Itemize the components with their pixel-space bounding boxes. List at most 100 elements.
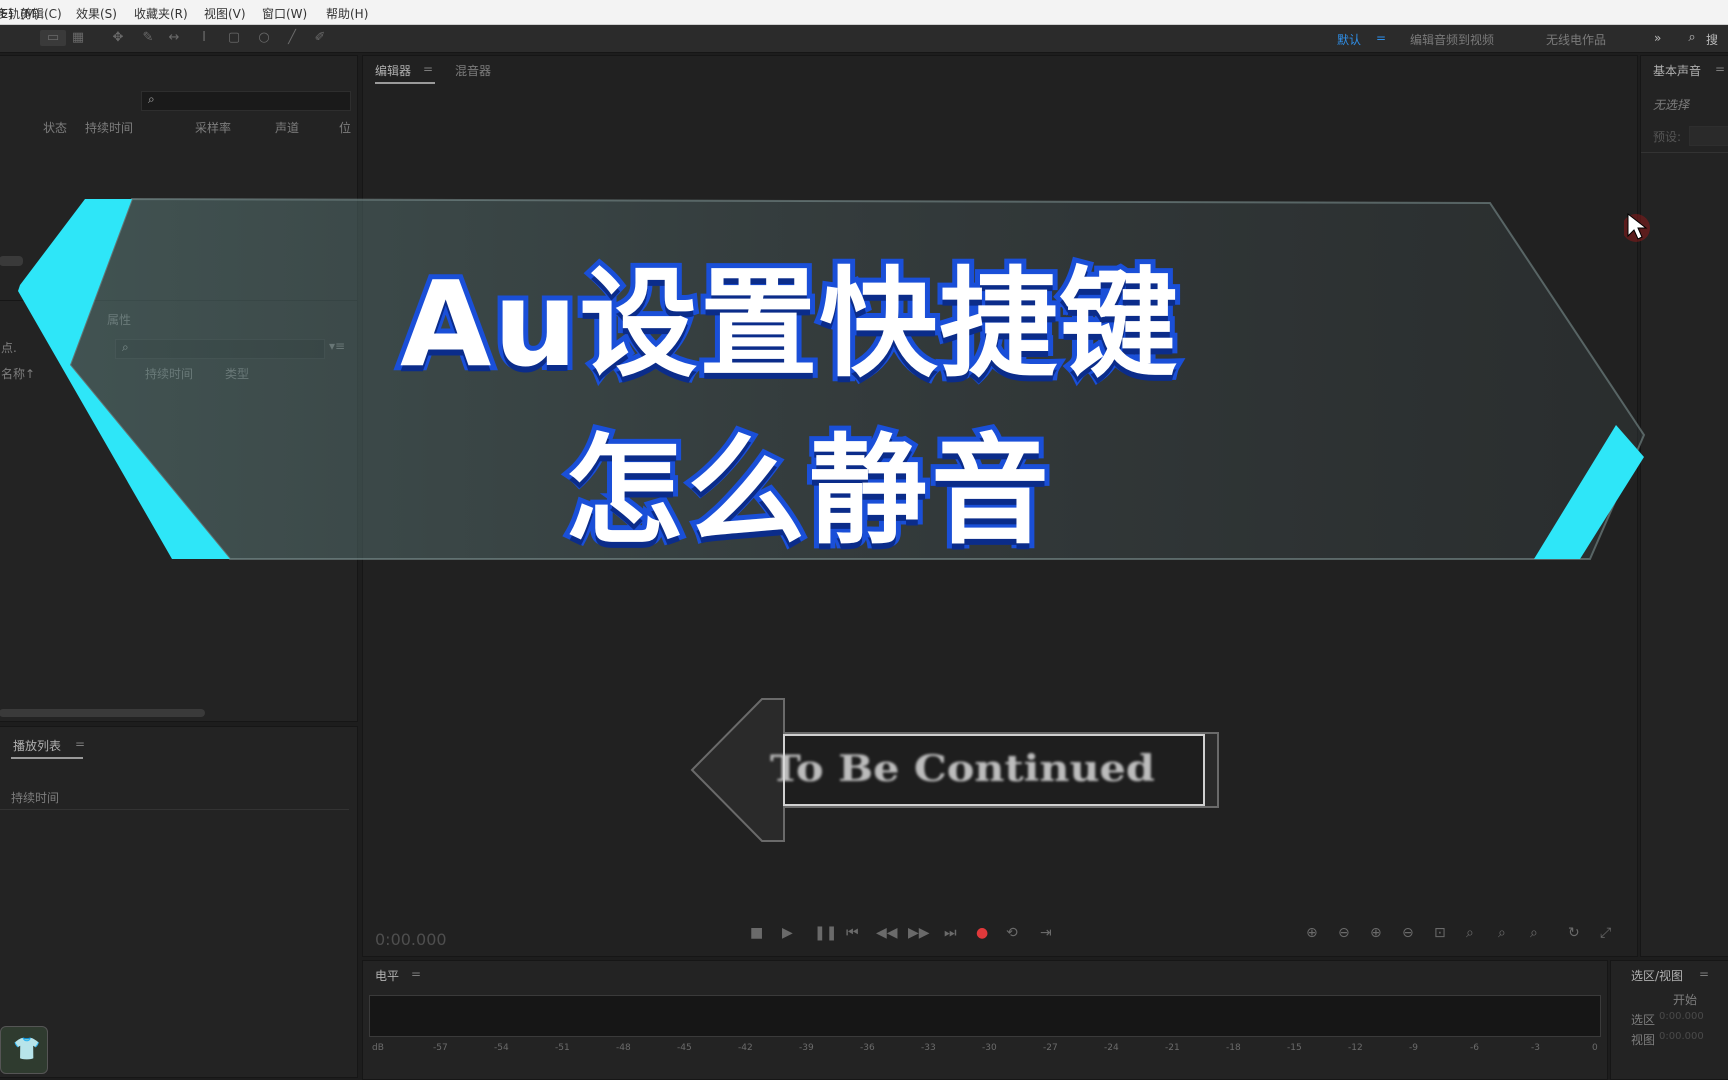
menu-bar: 编辑(E) 多轨(M) 剪辑(C) 效果(S) 收藏夹(R) 视图(V) 窗口(… [0,0,1728,25]
ruler-label: -30 [982,1043,997,1053]
fast-forward-icon[interactable]: ▶▶ [908,925,930,941]
editor-tab-underline [375,82,435,84]
levels-title[interactable]: 电平 [375,967,399,984]
skip-start-icon[interactable]: ⏮ [846,925,859,941]
workspace-overflow[interactable]: » [1654,31,1661,45]
menu-clip[interactable]: 剪辑(C) [20,5,62,22]
spectral-view-icon[interactable]: ▦ [70,30,86,46]
time-display: 0:00.000 [375,930,447,949]
col-start: 开始 [1673,993,1698,1007]
levels-menu-icon[interactable]: = [411,967,421,981]
col-type[interactable]: 类型 [225,365,249,382]
workspace-edit-audio-video[interactable]: 编辑音频到视频 [1410,31,1494,48]
lasso-tool-icon[interactable]: ○ [256,30,272,46]
zoom-full-icon[interactable]: ⊡ [1434,925,1446,941]
shirt-icon: 👕 [13,1037,41,1062]
tab-editor[interactable]: 编辑器 [375,62,411,79]
menu-favorites[interactable]: 收藏夹(R) [134,5,188,22]
menu-window[interactable]: 窗口(W) [262,5,307,22]
selection-view-title[interactable]: 选区/视图 [1631,967,1683,984]
toolbar: ▭ ▦ ✥ ✎ ↔ I ▢ ○ ╱ ✐ 默认 = 编辑音频到视频 无线电作品 »… [0,25,1728,53]
zoom-out-amplitude-icon[interactable]: ⊖ [1338,925,1350,941]
partial-label: 点. [1,341,17,355]
media-browser-panel: 属性 点. ⌕ ▾≡ 名称↑ 持续时间 类型 [0,300,358,722]
level-meter [369,995,1601,1037]
zoom-out-icon[interactable]: ⌕ [1498,925,1506,941]
ruler-label: 0 [1592,1043,1598,1053]
zoom-reset-icon[interactable]: ↻ [1568,925,1580,941]
divider [1641,152,1728,153]
ruler-label: -39 [799,1043,814,1053]
skip-selection-icon[interactable]: ⇥ [1040,925,1052,941]
col-sample-rate[interactable]: 采样率 [195,119,231,136]
search-icon[interactable]: ⌕ [1684,30,1700,46]
col-name[interactable]: 名称↑ [1,365,35,382]
playlist-menu-icon[interactable]: = [75,737,85,751]
zoom-fit-icon[interactable]: ⤢ [1600,925,1611,941]
selection-start-value[interactable]: 0:00.000 [1659,1011,1704,1022]
ruler-label: -36 [860,1043,875,1053]
col-status[interactable]: 状态 [43,119,67,136]
spot-heal-icon[interactable]: ✐ [312,30,328,46]
tab-properties[interactable]: 属性 [107,311,131,328]
ruler-label: -57 [433,1043,448,1053]
razor-tool-icon[interactable]: ✎ [140,30,156,46]
to-be-continued-text: To Be Continued [770,748,1155,790]
skip-end-icon[interactable]: ⏭ [944,925,957,941]
files-panel: ⌕ 状态 持续时间 采样率 声道 位 [0,55,358,307]
ruler-label: -33 [921,1043,936,1053]
zoom-in-icon[interactable]: ⌕ [1466,925,1474,941]
col-duration[interactable]: 持续时间 [145,365,193,382]
essential-sound-title[interactable]: 基本声音 [1653,62,1701,79]
record-icon[interactable]: ● [976,925,988,941]
workspace-default[interactable]: 默认 [1337,31,1361,48]
menu-view[interactable]: 视图(V) [204,5,246,22]
brush-tool-icon[interactable]: ╱ [284,30,300,46]
mouse-cursor [1624,212,1650,242]
preset-label: 预设: [1653,130,1682,144]
marquee-tool-icon[interactable]: ▢ [226,30,242,46]
menu-help[interactable]: 帮助(H) [326,5,368,22]
media-search-input[interactable]: ⌕ [115,339,325,359]
waveform-view-icon[interactable]: ▭ [40,30,66,46]
essential-sound-menu-icon[interactable]: = [1715,62,1725,76]
loop-icon[interactable]: ⟲ [1006,925,1018,941]
app-taskbar-icon[interactable]: 👕 [0,1026,48,1074]
files-search-input[interactable]: ⌕ [141,91,351,111]
row-view: 视图 [1631,1033,1656,1047]
move-tool-icon[interactable]: ✥ [110,30,126,46]
menu-effects[interactable]: 效果(S) [76,5,117,22]
zoom-in-amplitude-icon[interactable]: ⊕ [1306,925,1318,941]
filter-icon[interactable]: ▾≡ [329,339,345,353]
tab-mixer[interactable]: 混音器 [455,62,491,79]
selection-view-menu-icon[interactable]: = [1699,967,1709,981]
col-duration[interactable]: 持续时间 [85,119,133,136]
preset-dropdown[interactable] [1689,126,1728,146]
view-start-value[interactable]: 0:00.000 [1659,1031,1704,1042]
files-scrollbar[interactable] [0,256,23,266]
playlist-title[interactable]: 播放列表 [13,737,61,754]
zoom-out-time-icon[interactable]: ⊖ [1402,925,1414,941]
col-duration[interactable]: 持续时间 [11,789,59,806]
rewind-icon[interactable]: ◀◀ [876,925,898,941]
ruler-label: -12 [1348,1043,1363,1053]
ruler-label: -3 [1531,1043,1540,1053]
editor-menu-icon[interactable]: = [423,62,433,76]
ruler-label: dB [372,1043,384,1053]
search-icon: ⌕ [122,340,129,354]
playlist-panel: 播放列表 = 持续时间 [0,726,358,1078]
time-selection-icon[interactable]: I [196,30,212,46]
zoom-selection-icon[interactable]: ⌕ [1530,925,1538,941]
slip-tool-icon[interactable]: ↔ [166,30,182,46]
play-icon[interactable]: ▶ [782,925,793,941]
workspace-radio-production[interactable]: 无线电作品 [1546,31,1606,48]
stop-icon[interactable]: ■ [750,925,763,941]
search-help-partial[interactable]: 搜 [1706,31,1718,48]
col-bits[interactable]: 位 [339,119,351,136]
media-scrollbar[interactable] [0,709,205,717]
workspace-menu[interactable]: = [1376,31,1386,45]
zoom-in-time-icon[interactable]: ⊕ [1370,925,1382,941]
pause-icon[interactable]: ❚❚ [814,925,837,941]
col-channels[interactable]: 声道 [275,119,299,136]
ruler-label: -9 [1409,1043,1418,1053]
